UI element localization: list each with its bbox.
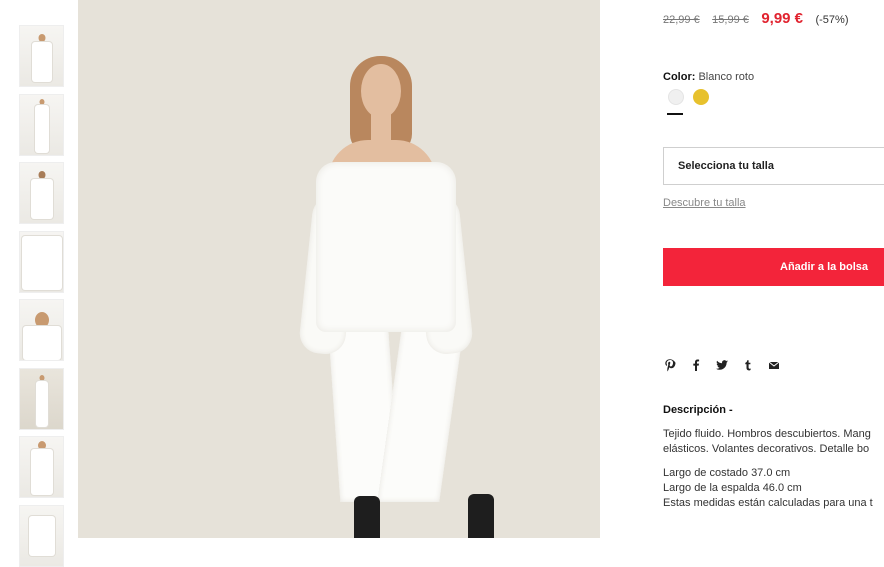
- email-icon[interactable]: [767, 358, 781, 372]
- price-row: 22,99 € 15,99 € 9,99 € (-57%): [663, 10, 849, 28]
- pinterest-icon[interactable]: [663, 358, 677, 372]
- discount-badge: (-57%): [815, 14, 849, 26]
- selected-swatch-indicator: [667, 113, 683, 115]
- thumbnail-1[interactable]: [19, 25, 64, 87]
- thumbnail-2[interactable]: [19, 94, 64, 156]
- description-title[interactable]: Descripción -: [663, 404, 733, 416]
- thumbnail-7[interactable]: [19, 436, 64, 498]
- twitter-icon[interactable]: [715, 358, 729, 372]
- thumbnail-5[interactable]: [19, 299, 64, 361]
- color-label-row: Color: Blanco roto: [663, 71, 754, 83]
- description-line: elásticos. Volantes decorativos. Detalle…: [663, 443, 870, 455]
- add-to-bag-button[interactable]: Añadir a la bolsa: [663, 248, 884, 286]
- main-product-image: [78, 0, 600, 538]
- tumblr-icon[interactable]: [741, 358, 755, 372]
- facebook-icon[interactable]: [689, 358, 703, 372]
- thumbnail-8[interactable]: [19, 505, 64, 567]
- thumbnail-3[interactable]: [19, 162, 64, 224]
- thumbnail-6[interactable]: [19, 368, 64, 430]
- size-guide-link[interactable]: Descubre tu talla: [663, 197, 746, 209]
- color-swatch-amarillo[interactable]: [693, 89, 709, 105]
- size-select[interactable]: Selecciona tu talla: [663, 147, 884, 185]
- original-price: 22,99 €: [663, 14, 700, 26]
- current-price: 9,99 €: [761, 10, 804, 27]
- description-line: Largo de costado 37.0 cm: [663, 467, 791, 479]
- description-line: Tejido fluido. Hombros descubiertos. Man…: [663, 428, 871, 440]
- description-line: Largo de la espalda 46.0 cm: [663, 482, 802, 494]
- description-line: Estas medidas están calculadas para una …: [663, 497, 873, 509]
- color-value: Blanco roto: [698, 71, 755, 83]
- color-swatch-blanco-roto[interactable]: [668, 89, 684, 105]
- color-label: Color:: [663, 71, 696, 83]
- thumbnail-4[interactable]: [19, 231, 64, 293]
- previous-price: 15,99 €: [712, 14, 749, 26]
